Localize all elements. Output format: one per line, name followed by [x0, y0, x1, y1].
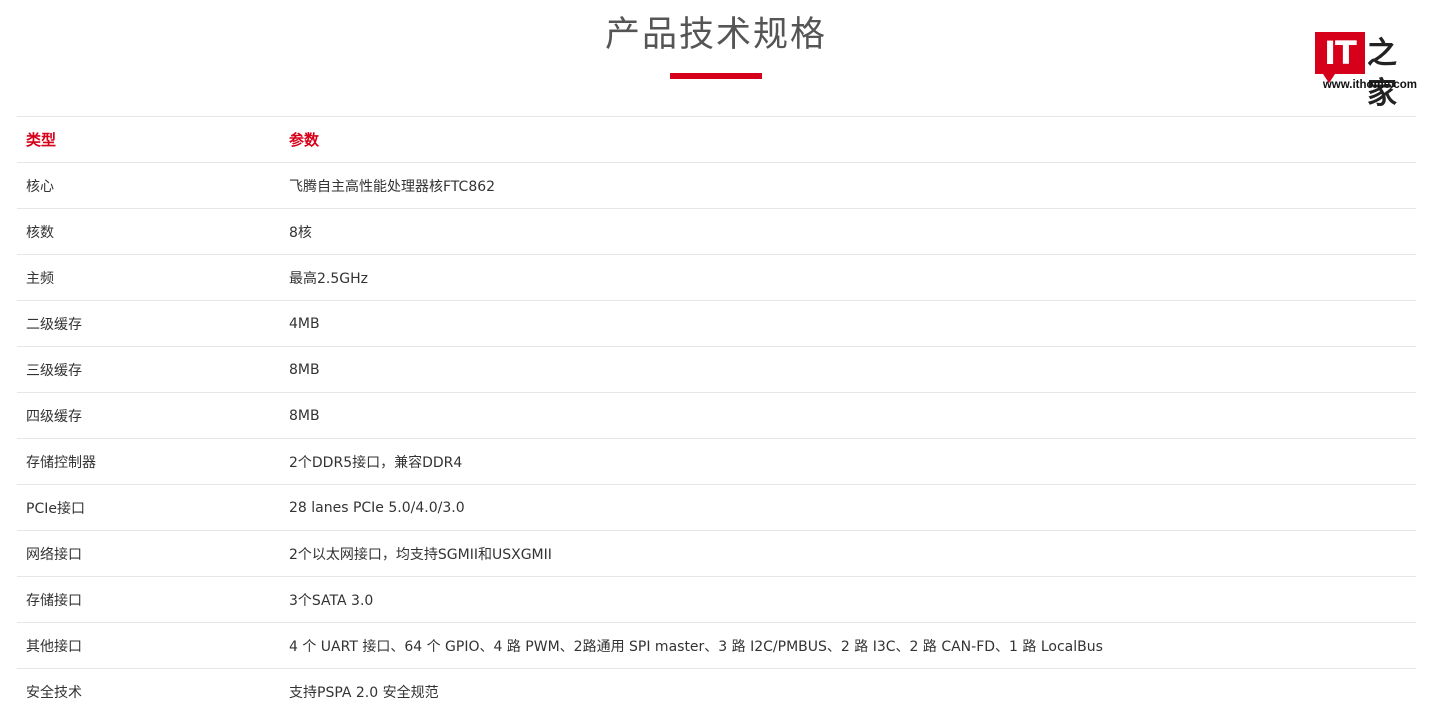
row-type: 网络接口 [17, 531, 280, 577]
row-type: 安全技术 [17, 669, 280, 714]
row-param: 支持PSPA 2.0 安全规范 [280, 669, 1416, 714]
spec-table: 类型 参数 核心 飞腾自主高性能处理器核FTC862 核数 8核 主频 最高2.… [17, 116, 1416, 714]
row-param: 2个DDR5接口，兼容DDR4 [280, 439, 1416, 485]
table-row: 安全技术 支持PSPA 2.0 安全规范 [17, 669, 1416, 714]
row-type: PCIe接口 [17, 485, 280, 531]
table-row: PCIe接口 28 lanes PCIe 5.0/4.0/3.0 [17, 485, 1416, 531]
row-type: 核心 [17, 163, 280, 209]
row-param: 3个SATA 3.0 [280, 577, 1416, 623]
row-param: 8核 [280, 209, 1416, 255]
page-title: 产品技术规格 [0, 10, 1432, 60]
table-row: 其他接口 4 个 UART 接口、64 个 GPIO、4 路 PWM、2路通用 … [17, 623, 1416, 669]
table-row: 主频 最高2.5GHz [17, 255, 1416, 301]
row-type: 其他接口 [17, 623, 280, 669]
logo-it-text: IT [1315, 32, 1365, 74]
row-param: 4MB [280, 301, 1416, 347]
row-param: 最高2.5GHz [280, 255, 1416, 301]
row-type: 二级缓存 [17, 301, 280, 347]
row-type: 三级缓存 [17, 347, 280, 393]
table-row: 核心 飞腾自主高性能处理器核FTC862 [17, 163, 1416, 209]
row-type: 四级缓存 [17, 393, 280, 439]
row-param: 2个以太网接口，均支持SGMII和USXGMII [280, 531, 1416, 577]
table-row: 二级缓存 4MB [17, 301, 1416, 347]
row-type: 核数 [17, 209, 280, 255]
table-row: 核数 8核 [17, 209, 1416, 255]
table-row: 存储控制器 2个DDR5接口，兼容DDR4 [17, 439, 1416, 485]
header-param: 参数 [280, 117, 1416, 163]
row-param: 8MB [280, 347, 1416, 393]
row-type: 存储接口 [17, 577, 280, 623]
logo-mark: IT [1315, 32, 1365, 74]
row-type: 存储控制器 [17, 439, 280, 485]
row-param: 飞腾自主高性能处理器核FTC862 [280, 163, 1416, 209]
header-type: 类型 [17, 117, 280, 163]
table-row: 存储接口 3个SATA 3.0 [17, 577, 1416, 623]
row-type: 主频 [17, 255, 280, 301]
ithome-logo[interactable]: IT 之家 www.ithome.com [1313, 32, 1417, 96]
table-header-row: 类型 参数 [17, 117, 1416, 163]
row-param: 4 个 UART 接口、64 个 GPIO、4 路 PWM、2路通用 SPI m… [280, 623, 1416, 669]
table-row: 网络接口 2个以太网接口，均支持SGMII和USXGMII [17, 531, 1416, 577]
row-param: 28 lanes PCIe 5.0/4.0/3.0 [280, 485, 1416, 531]
table-row: 四级缓存 8MB [17, 393, 1416, 439]
row-param: 8MB [280, 393, 1416, 439]
logo-url: www.ithome.com [1313, 78, 1417, 92]
table-row: 三级缓存 8MB [17, 347, 1416, 393]
title-underline [670, 73, 762, 79]
logo-han-text: 之家 [1367, 34, 1417, 114]
